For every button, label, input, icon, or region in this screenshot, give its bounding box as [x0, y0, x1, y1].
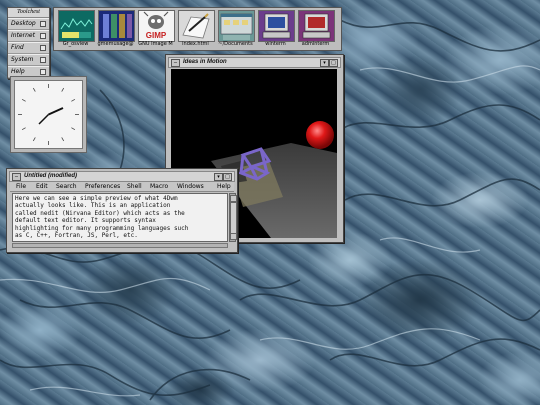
- gimp-icon: GIMP: [138, 10, 175, 42]
- horizontal-scrollbar[interactable]: [12, 243, 228, 248]
- icon-documents[interactable]: ~/Documents: [216, 9, 255, 49]
- maximize-button[interactable]: □: [329, 59, 338, 67]
- toolchest-item-label: System: [11, 56, 34, 63]
- clock-dial: [18, 84, 79, 145]
- icon-panel: Gr_osview gmemusage@ GIMP GNU Image M in…: [53, 7, 342, 51]
- minimize-button[interactable]: ▾: [214, 173, 223, 181]
- menu-edit[interactable]: Edit: [36, 182, 48, 191]
- document-pen-icon: [178, 10, 215, 42]
- clock-widget: [10, 76, 87, 153]
- menu-search[interactable]: Search: [56, 182, 77, 191]
- submenu-box-icon: [40, 21, 46, 27]
- toolchest-item-desktop[interactable]: Desktop: [8, 18, 49, 30]
- text-line: as C, C++, Fortran, JS, Perl, etc.: [15, 232, 138, 240]
- toolchest-item-label: Help: [11, 68, 25, 75]
- icon-label: gmemusage@: [97, 41, 134, 47]
- scroll-down-arrow-icon[interactable]: [230, 233, 237, 240]
- window-titlebar[interactable]: − Untitled (modified) ▾ □: [9, 171, 235, 182]
- window-titlebar[interactable]: − Ideas in Motion ▾ □: [168, 57, 341, 68]
- clock-face: [14, 80, 83, 149]
- menu-bar: File Edit Search Preferences Shell Macro…: [10, 182, 234, 192]
- icon-label: index.html: [182, 41, 209, 47]
- vertical-scrollbar[interactable]: [229, 193, 237, 242]
- icon-label: ~/Documents: [218, 41, 253, 47]
- text-line: Here we can see a simple preview of what…: [15, 195, 178, 202]
- icon-gmemusage[interactable]: gmemusage@: [96, 9, 135, 49]
- menu-preferences[interactable]: Preferences: [85, 182, 120, 191]
- submenu-box-icon: [40, 45, 46, 51]
- menu-help[interactable]: Help: [217, 182, 231, 191]
- text-edit-area[interactable]: Here we can see a simple preview of what…: [12, 193, 228, 242]
- menu-macro[interactable]: Macro: [150, 182, 168, 191]
- minute-hand: [38, 113, 50, 125]
- toolchest-item-label: Find: [11, 44, 24, 51]
- gimp-badge-text: GIMP: [146, 31, 167, 40]
- submenu-box-icon: [40, 33, 46, 39]
- toolchest-item-label: Internet: [11, 32, 35, 39]
- toolchest-item-internet[interactable]: Internet: [8, 30, 49, 42]
- icon-gr-osview[interactable]: Gr_osview: [56, 9, 95, 49]
- red-sphere: [306, 121, 334, 149]
- minimize-button[interactable]: ▾: [320, 59, 329, 67]
- scroll-up-arrow-icon[interactable]: [230, 195, 237, 202]
- toolchest-title[interactable]: Toolchest: [8, 8, 49, 18]
- admin-terminal-icon: [298, 10, 335, 42]
- text-line: highlighting for many programming langua…: [15, 224, 189, 232]
- text-line: default text editor. It supports syntax: [15, 217, 156, 225]
- documents-folder-icon: [218, 10, 255, 42]
- toolchest-menu: Toolchest Desktop Internet Find System H…: [7, 7, 50, 79]
- icon-label: GNU Image M: [138, 41, 173, 47]
- submenu-box-icon: [40, 69, 46, 75]
- toolchest-item-label: Desktop: [11, 20, 36, 27]
- window-menu-button[interactable]: −: [171, 59, 180, 67]
- menu-windows[interactable]: Windows: [177, 182, 204, 191]
- text-line: actually looks like. This is an applicat…: [15, 202, 171, 210]
- toolchest-item-system[interactable]: System: [8, 54, 49, 66]
- submenu-box-icon: [40, 57, 46, 63]
- icon-label: winterm: [265, 41, 286, 47]
- menu-file[interactable]: File: [16, 182, 26, 191]
- icon-label: adminterm: [301, 41, 330, 47]
- window-title: Untitled (modified): [24, 173, 77, 179]
- maximize-button[interactable]: □: [223, 173, 232, 181]
- window-title: Ideas in Motion: [183, 59, 227, 65]
- toolchest-item-find[interactable]: Find: [8, 42, 49, 54]
- hour-hand: [48, 107, 64, 116]
- nedit-window: − Untitled (modified) ▾ □ File Edit Sear…: [6, 168, 238, 253]
- terminal-icon: [258, 10, 295, 42]
- icon-winterm[interactable]: winterm: [256, 9, 295, 49]
- window-menu-button[interactable]: −: [12, 173, 21, 181]
- icon-adminterm[interactable]: adminterm: [296, 9, 335, 49]
- icon-index-html[interactable]: index.html: [176, 9, 215, 49]
- scrollbar-thumb[interactable]: [230, 202, 237, 236]
- icon-gimp[interactable]: GIMP GNU Image M: [136, 9, 175, 49]
- osview-monitor-icon: [58, 10, 95, 42]
- menu-shell[interactable]: Shell: [127, 182, 142, 191]
- icon-label: Gr_osview: [62, 41, 89, 47]
- memusage-bars-icon: [98, 10, 135, 42]
- text-line: called nedit (Nirvana Editor) which acts…: [15, 209, 185, 217]
